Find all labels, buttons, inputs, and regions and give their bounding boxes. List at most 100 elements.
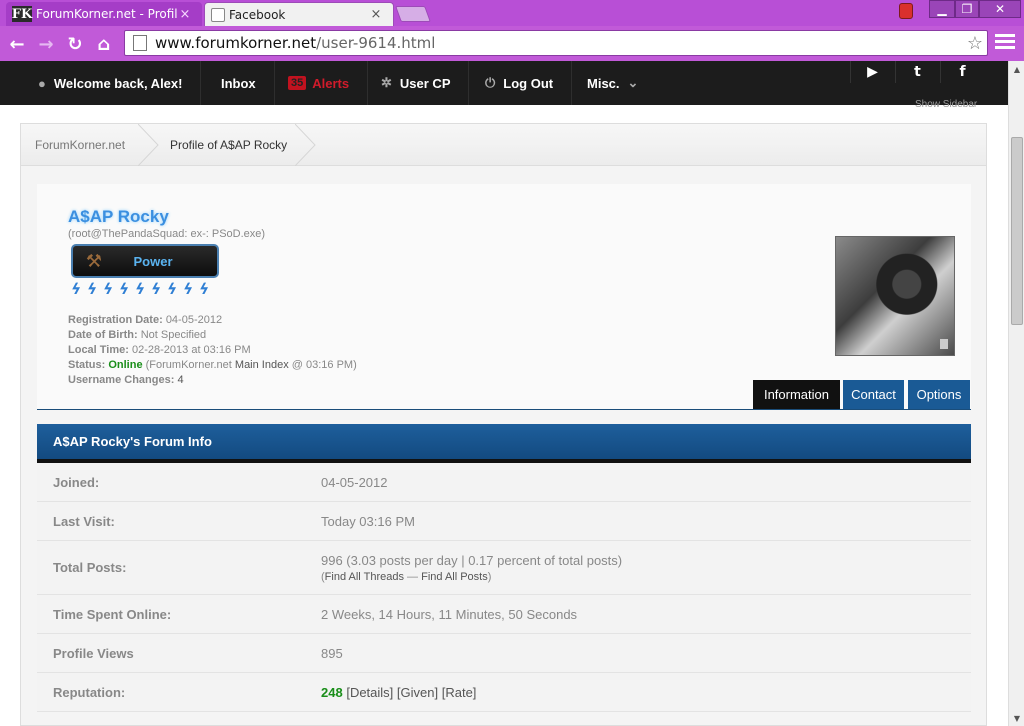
nav-log-out[interactable]: ⏻ Log Out (467, 61, 573, 105)
new-tab-button[interactable] (395, 6, 431, 22)
link-separator: — (403, 571, 422, 583)
find-all-posts-link[interactable]: Find All Posts (421, 571, 488, 583)
user-cp-label: User CP (399, 75, 451, 91)
table-row: Last Visit: Today 03:16 PM (37, 502, 971, 541)
reload-icon[interactable]: ↻ (63, 32, 87, 56)
tab-title: Facebook (229, 7, 286, 22)
flag-icon (940, 339, 948, 349)
breadcrumb-separator-icon (138, 124, 159, 166)
profile-details: Registration Date: 04-05-2012 Date of Bi… (68, 313, 357, 388)
username-changes-value[interactable]: 4 (177, 374, 183, 386)
page-scrollbar[interactable]: ▲ ▼ (1008, 61, 1024, 726)
reputation-bolts: ϟ ϟ ϟ ϟ ϟ ϟ ϟ ϟ ϟ (68, 280, 212, 298)
minimize-button[interactable]: ▁ (929, 0, 955, 18)
username-changes-row: Username Changes: 4 (68, 373, 357, 388)
gavel-icon: ⚒ (85, 250, 103, 272)
page-favicon-icon (211, 7, 225, 22)
profile-username: A$AP Rocky (68, 207, 169, 226)
maximize-button[interactable]: ❐ (955, 0, 979, 18)
tab-information[interactable]: Information (753, 380, 840, 409)
forward-icon[interactable]: → (34, 32, 58, 56)
breadcrumb-current: Profile of A$AP Rocky (170, 138, 288, 152)
table-row: Total Posts: 996 (3.03 posts per day | 0… (37, 541, 971, 595)
forumkorner-favicon-icon: FK (11, 6, 33, 22)
scroll-thumb[interactable] (1011, 137, 1023, 325)
facebook-icon[interactable]: f (940, 61, 984, 83)
total-posts-value: 996 (3.03 posts per day | 0.17 percent o… (321, 553, 623, 568)
status-location-c: @ 03:16 PM) (291, 359, 357, 371)
address-bar[interactable]: www.forumkorner.net/user-9614.html ☆ (124, 30, 988, 56)
tab-options[interactable]: Options (908, 380, 970, 409)
nav-inbox[interactable]: Inbox (203, 61, 275, 105)
registration-date-label: Registration Date: (68, 314, 163, 326)
breadcrumb-home[interactable]: ForumKorner.net (35, 124, 125, 166)
lightning-bolt-icon: ϟ (197, 280, 211, 298)
username-changes-label: Username Changes: (68, 374, 175, 386)
local-time-row: Local Time: 02-28-2013 at 03:16 PM (68, 343, 357, 358)
nav-alerts[interactable]: 35 Alerts (270, 61, 369, 105)
inbox-label: Inbox (221, 75, 256, 91)
twitter-icon[interactable]: t (895, 61, 939, 83)
user-icon: ● (38, 75, 46, 91)
profile-views-label: Profile Views (53, 646, 134, 661)
status-location-a: (ForumKorner.net (145, 359, 232, 371)
local-time-value: 02-28-2013 at 03:16 PM (132, 344, 251, 356)
alerts-label: Alerts (312, 75, 350, 91)
extension-icon[interactable] (899, 3, 913, 19)
reputation-rate-link[interactable]: [Rate] (442, 685, 477, 700)
table-row: Profile Views 895 (37, 634, 971, 673)
total-posts-label: Total Posts: (53, 560, 127, 575)
rank-badge: ⚒ Power (71, 244, 219, 278)
url-host: www.forumkorner.net (155, 34, 317, 52)
nav-user-cp[interactable]: ✲ User CP (363, 61, 470, 105)
avatar (835, 236, 955, 356)
back-icon[interactable]: ← (5, 32, 29, 56)
last-visit-value: Today 03:16 PM (321, 514, 415, 529)
date-of-birth-row: Date of Birth: Not Specified (68, 328, 357, 343)
breadcrumb-separator-icon (295, 124, 316, 166)
reputation-label: Reputation: (53, 685, 126, 700)
status-online: Online (108, 359, 143, 371)
page-icon (133, 35, 147, 51)
registration-date-row: Registration Date: 04-05-2012 (68, 313, 357, 328)
find-all-threads-link[interactable]: Find All Threads (325, 571, 404, 583)
youtube-icon[interactable]: ▶ (850, 61, 894, 83)
tab-title: ForumKorner.net - Profile (36, 7, 178, 21)
chevron-down-icon: ⌄ (627, 75, 639, 90)
chrome-menu-icon[interactable] (995, 34, 1015, 52)
status-location-link[interactable]: Main Index (235, 359, 289, 371)
show-sidebar-link[interactable]: Show Sidebar (915, 99, 977, 110)
date-of-birth-value: Not Specified (140, 329, 207, 341)
reputation-given-link[interactable]: [Given] (397, 685, 438, 700)
tab-close-icon[interactable]: × (369, 7, 383, 22)
nav-misc[interactable]: Misc. ⌄ (569, 61, 656, 105)
gear-icon: ✲ (381, 75, 392, 90)
nav-welcome[interactable]: ● Welcome back, Alex! (20, 61, 202, 105)
profile-usertitle: (root@ThePandaSquad: ex-: PSoD.exe) (68, 228, 266, 240)
status-label: Status: (68, 359, 106, 371)
tab-close-icon[interactable]: × (178, 7, 192, 22)
time-online-label: Time Spent Online: (53, 607, 172, 622)
close-window-button[interactable]: ✕ (979, 0, 1021, 18)
table-row: Time Spent Online: 2 Weeks, 14 Hours, 11… (37, 595, 971, 634)
misc-label: Misc. (587, 75, 620, 91)
breadcrumb: ForumKorner.net Profile of A$AP Rocky (21, 124, 986, 166)
tab-forumkorner[interactable]: FK ForumKorner.net - Profile × (6, 2, 202, 26)
reputation-details-link[interactable]: [Details] (346, 685, 393, 700)
tab-contact[interactable]: Contact (843, 380, 904, 409)
scroll-down-icon[interactable]: ▼ (1009, 710, 1024, 726)
tab-facebook[interactable]: Facebook × (204, 2, 394, 26)
time-online-value: 2 Weeks, 14 Hours, 11 Minutes, 50 Second… (321, 607, 578, 622)
scroll-up-icon[interactable]: ▲ (1009, 61, 1024, 77)
total-posts-links: (Find All Threads — Find All Posts) (321, 571, 491, 583)
forum-info-header: A$AP Rocky's Forum Info (37, 424, 971, 463)
profile-views-value: 895 (321, 646, 343, 661)
home-icon[interactable]: ⌂ (92, 32, 116, 56)
last-visit-label: Last Visit: (53, 514, 115, 529)
bookmark-star-icon[interactable]: ☆ (967, 33, 983, 54)
reputation-number: 248 (321, 685, 343, 700)
status-row: Status: Online (ForumKorner.net Main Ind… (68, 358, 357, 373)
rank-label: Power (133, 253, 173, 269)
date-of-birth-label: Date of Birth: (68, 329, 138, 341)
log-out-label: Log Out (503, 75, 554, 91)
